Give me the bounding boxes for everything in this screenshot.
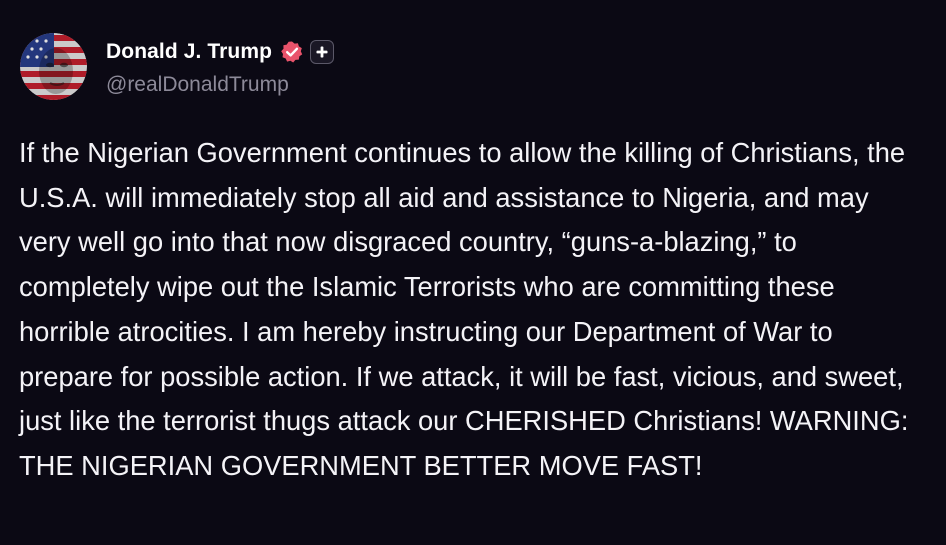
- flag-face-avatar-icon: [20, 33, 87, 100]
- verified-badge-icon: [280, 40, 304, 64]
- author-display-name[interactable]: Donald J. Trump: [106, 40, 272, 64]
- author-names: Donald J. Trump @realDonaldTrump: [106, 33, 335, 97]
- post-body-text: If the Nigerian Government continues to …: [19, 137, 909, 481]
- name-row: Donald J. Trump: [106, 37, 335, 67]
- post-header: Donald J. Trump @realDonaldTrump: [20, 33, 335, 103]
- author-handle[interactable]: @realDonaldTrump: [106, 73, 334, 97]
- plus-icon[interactable]: [310, 40, 335, 64]
- avatar[interactable]: [20, 33, 87, 100]
- post-card: Donald J. Trump @realDonaldTrump If the …: [0, 0, 946, 545]
